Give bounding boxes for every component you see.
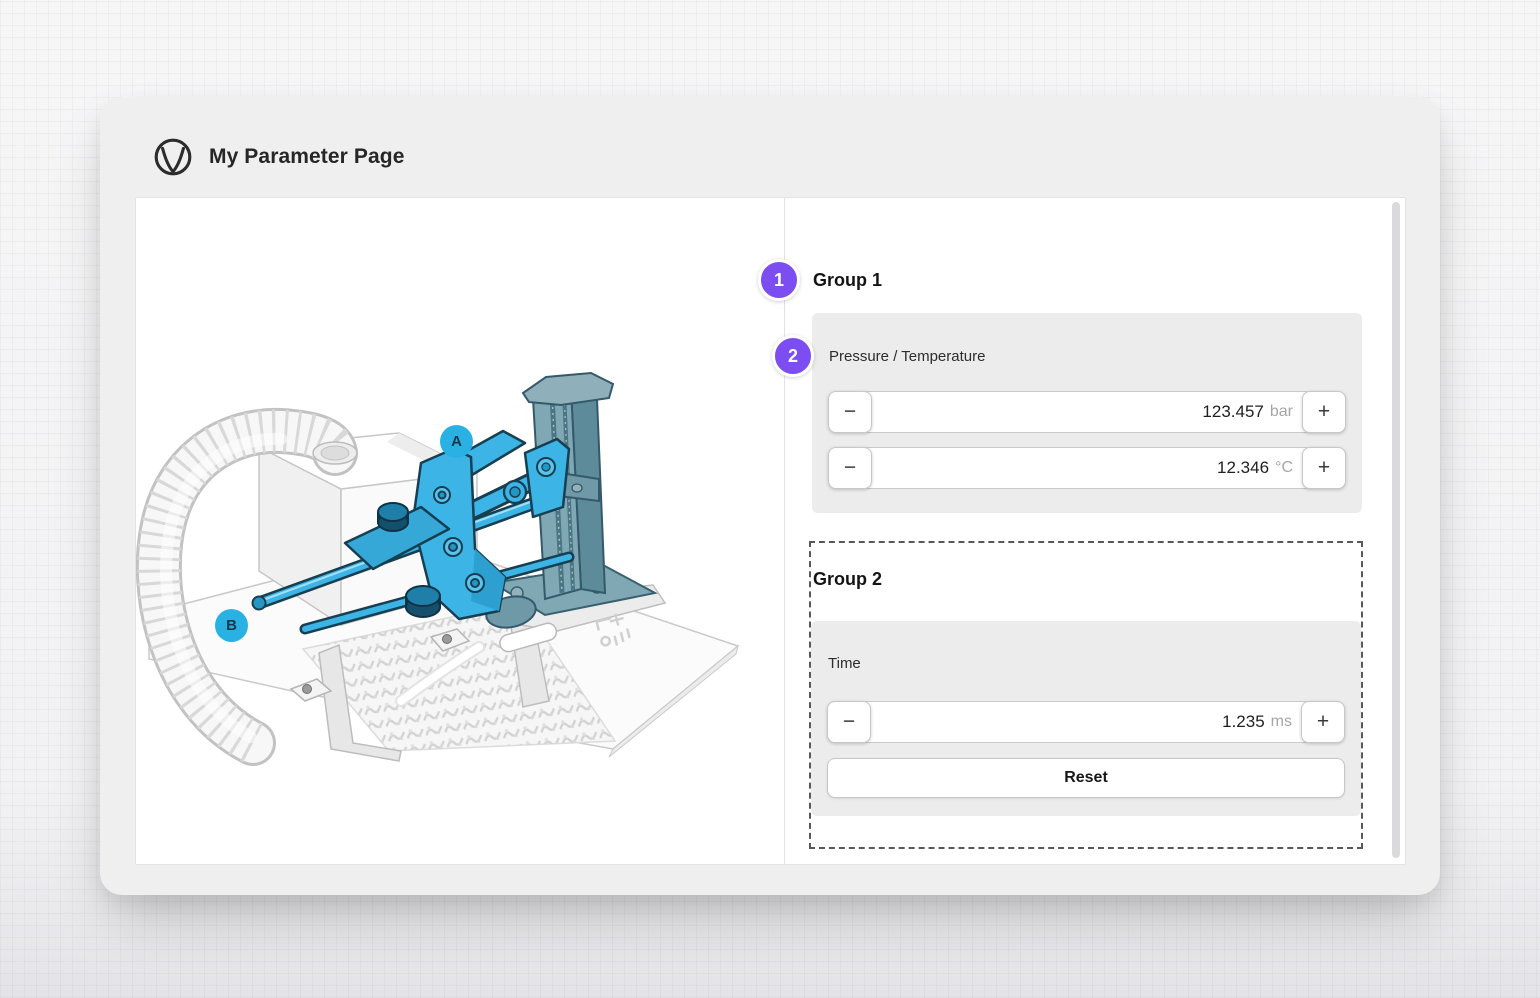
temperature-increment-button[interactable]: + bbox=[1302, 447, 1346, 489]
pressure-temperature-card: Pressure / Temperature − 123.457 bar + −… bbox=[812, 313, 1362, 513]
group-1-badge: 1 bbox=[758, 259, 800, 301]
pressure-input[interactable]: 123.457 bar bbox=[865, 391, 1309, 433]
machine-illustration bbox=[136, 198, 784, 866]
group-2-container: Group 2 Time − 1.235 ms + Reset bbox=[809, 541, 1363, 849]
time-card: Time − 1.235 ms + Reset bbox=[811, 621, 1361, 816]
temperature-stepper: − 12.346 °C + bbox=[828, 447, 1346, 489]
page-title: My Parameter Page bbox=[209, 145, 404, 169]
pressure-stepper: − 123.457 bar + bbox=[828, 391, 1346, 433]
app-card: My Parameter Page bbox=[100, 97, 1440, 895]
pressure-value: 123.457 bbox=[1202, 402, 1263, 422]
group-2-title: Group 2 bbox=[813, 569, 882, 590]
pressure-unit: bar bbox=[1270, 403, 1293, 421]
card-2-badge-label: 2 bbox=[788, 346, 798, 367]
pressure-temperature-label: Pressure / Temperature bbox=[829, 348, 985, 365]
panel-scrollbar[interactable] bbox=[1392, 202, 1400, 858]
time-value: 1.235 bbox=[1222, 712, 1265, 732]
time-stepper: − 1.235 ms + bbox=[827, 701, 1345, 743]
temperature-value: 12.346 bbox=[1217, 458, 1269, 478]
time-unit: ms bbox=[1271, 713, 1292, 731]
time-label: Time bbox=[828, 655, 861, 672]
marker-a[interactable]: A bbox=[440, 425, 473, 458]
content-panel: A B 1 Group 1 Pressure / Temperature − 1… bbox=[135, 197, 1406, 865]
group-1-title: Group 1 bbox=[813, 270, 882, 291]
card-2-badge: 2 bbox=[772, 335, 814, 377]
group-1-badge-label: 1 bbox=[774, 270, 784, 291]
time-decrement-button[interactable]: − bbox=[827, 701, 871, 743]
reset-button[interactable]: Reset bbox=[827, 758, 1345, 798]
marker-b[interactable]: B bbox=[215, 609, 248, 642]
time-input[interactable]: 1.235 ms bbox=[864, 701, 1308, 743]
app-logo-icon bbox=[153, 137, 193, 177]
pressure-decrement-button[interactable]: − bbox=[828, 391, 872, 433]
temperature-unit: °C bbox=[1275, 459, 1293, 477]
time-increment-button[interactable]: + bbox=[1301, 701, 1345, 743]
temperature-input[interactable]: 12.346 °C bbox=[865, 447, 1309, 489]
marker-b-label: B bbox=[226, 617, 237, 634]
temperature-decrement-button[interactable]: − bbox=[828, 447, 872, 489]
marker-a-label: A bbox=[451, 433, 462, 450]
app-header: My Parameter Page bbox=[153, 137, 404, 177]
pressure-increment-button[interactable]: + bbox=[1302, 391, 1346, 433]
